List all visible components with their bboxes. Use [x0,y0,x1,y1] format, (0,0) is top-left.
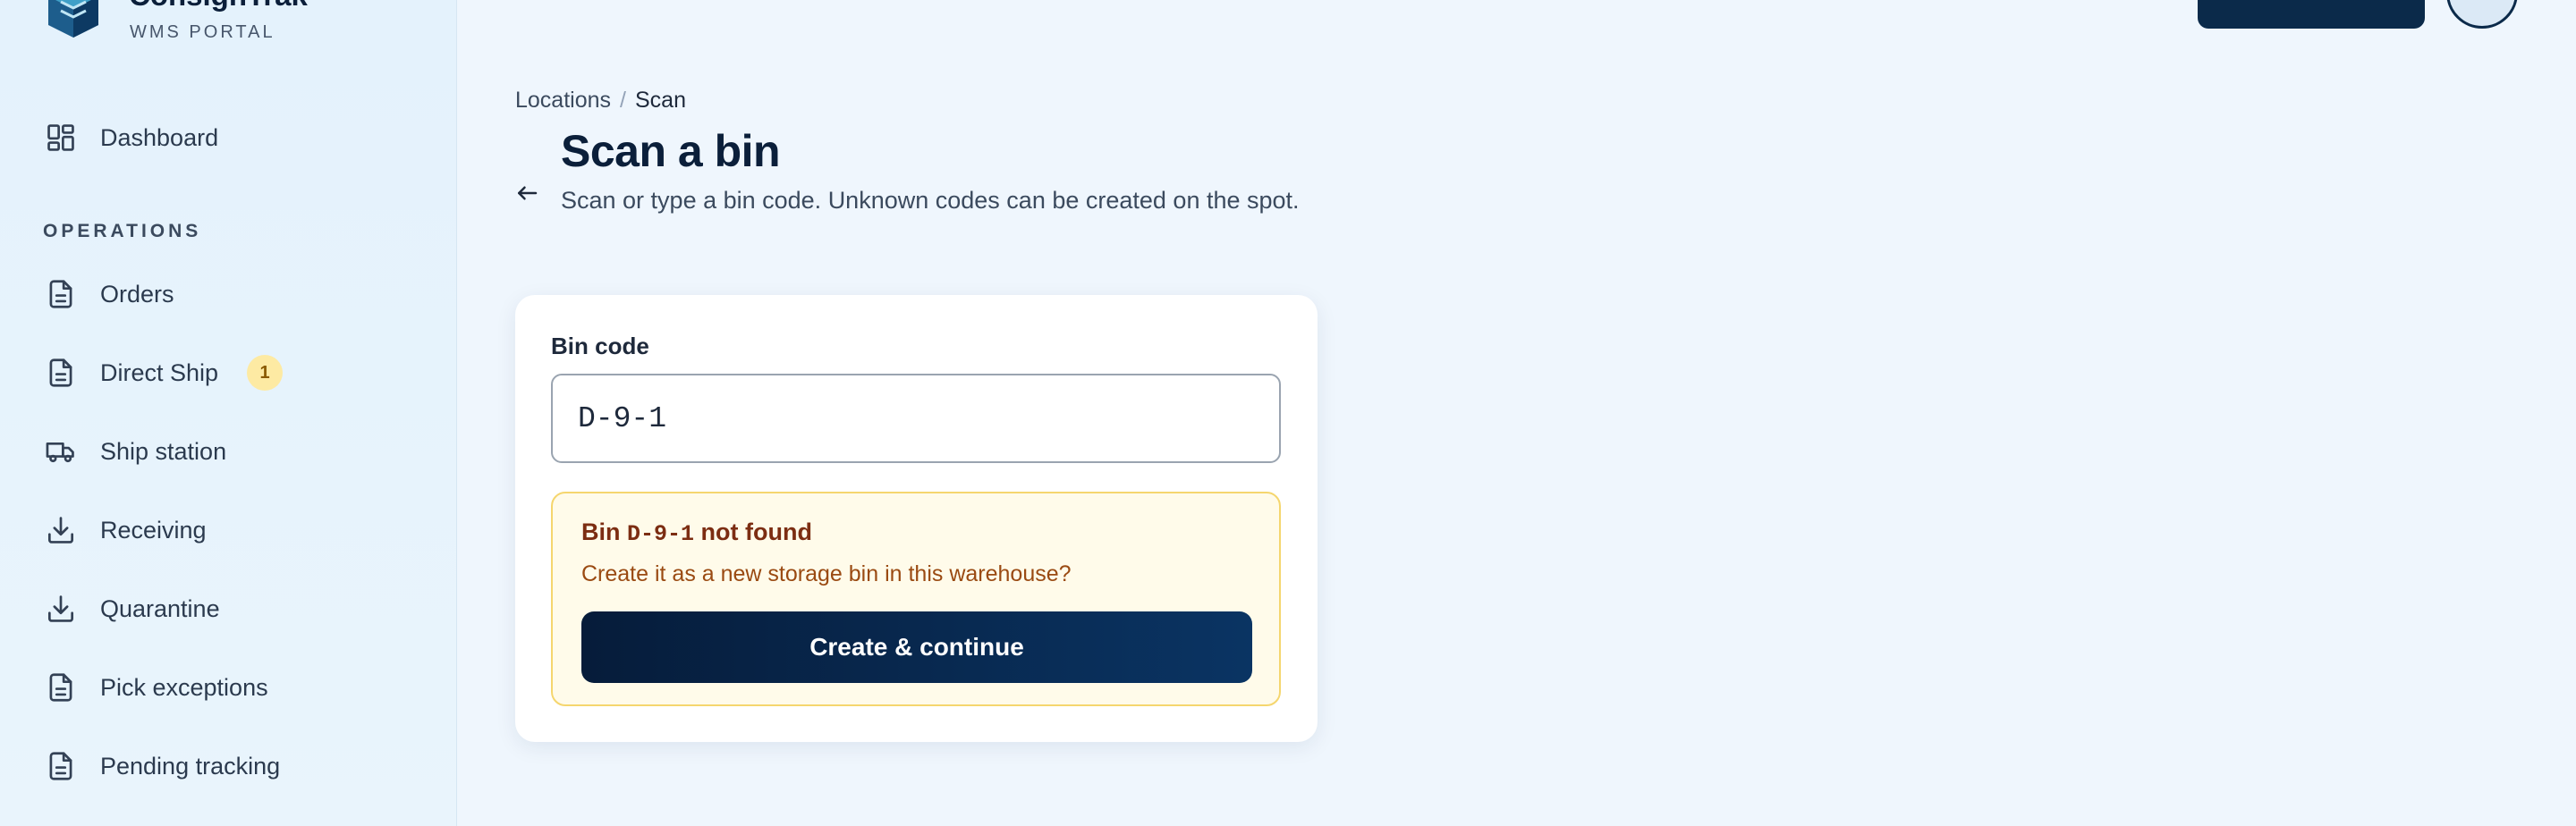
alert-title-prefix: Bin [581,518,621,545]
bin-code-input[interactable] [551,374,1281,463]
sidebar-item-direct-ship[interactable]: Direct Ship 1 [43,351,284,394]
sidebar-item-label: Orders [100,280,174,308]
download-icon [43,512,79,548]
alert-bin-code: D-9-1 [627,521,695,547]
sidebar-item-label: Pending tracking [100,752,281,780]
sidebar-item-ship-station[interactable]: Ship station [43,430,226,473]
bin-code-label: Bin code [551,333,649,359]
document-icon [43,748,79,784]
brand-subtitle: WMS PORTAL [130,22,275,42]
breadcrumb-separator: / [620,88,626,113]
count-badge: 1 [247,355,284,391]
sidebar-item-label: Pick exceptions [100,673,268,701]
document-icon [43,276,79,312]
sidebar-item-label: Quarantine [100,594,220,622]
breadcrumb: Locations / Scan [515,88,686,114]
alert-message: Create it as a new storage bin in this w… [581,561,1072,586]
avatar-circle [2446,0,2518,29]
sidebar-item-label: Dashboard [100,123,219,151]
section-label-operations: OPERATIONS [43,221,202,241]
breadcrumb-locations-link[interactable]: Locations [515,88,611,114]
sidebar-item-pending-tracking[interactable]: Pending tracking [43,745,280,788]
breadcrumb-current: Scan [634,88,686,113]
sidebar-item-dashboard[interactable]: Dashboard [43,116,218,159]
sidebar-item-label: Direct Ship [100,358,219,386]
scan-card: Bin code Bin D-9-1 not found Create it a… [515,295,1318,742]
cube-logo-icon [48,0,98,38]
bin-not-found-alert: Bin D-9-1 not found Create it as a new s… [551,492,1281,706]
sidebar-item-pick-exceptions[interactable]: Pick exceptions [43,666,268,709]
brand-name: ConsignTrak [129,0,308,10]
sidebar-item-receiving[interactable]: Receiving [43,509,207,552]
grid-icon [43,120,79,156]
header-action-button[interactable] [2198,0,2425,29]
app-root: ConsignTrak WMS PORTAL Dashboard OPERATI… [0,0,2576,826]
document-icon [43,355,79,391]
sidebar-item-orders[interactable]: Orders [43,273,174,316]
avatar[interactable] [2446,0,2518,29]
sidebar-item-label: Receiving [100,516,207,544]
page-title: Scan a bin [561,126,781,176]
sidebar: ConsignTrak WMS PORTAL Dashboard OPERATI… [0,0,457,826]
alert-title: Bin D-9-1 not found [581,518,812,547]
create-and-continue-button[interactable]: Create & continue [581,611,1252,683]
alert-title-suffix: not found [700,518,812,545]
download-icon [43,591,79,627]
back-arrow-icon[interactable] [513,180,540,206]
truck-icon [43,434,79,469]
sidebar-item-label: Ship station [100,437,227,465]
page-subtitle: Scan or type a bin code. Unknown codes c… [561,187,1300,214]
sidebar-item-quarantine[interactable]: Quarantine [43,587,220,630]
document-icon [43,670,79,705]
